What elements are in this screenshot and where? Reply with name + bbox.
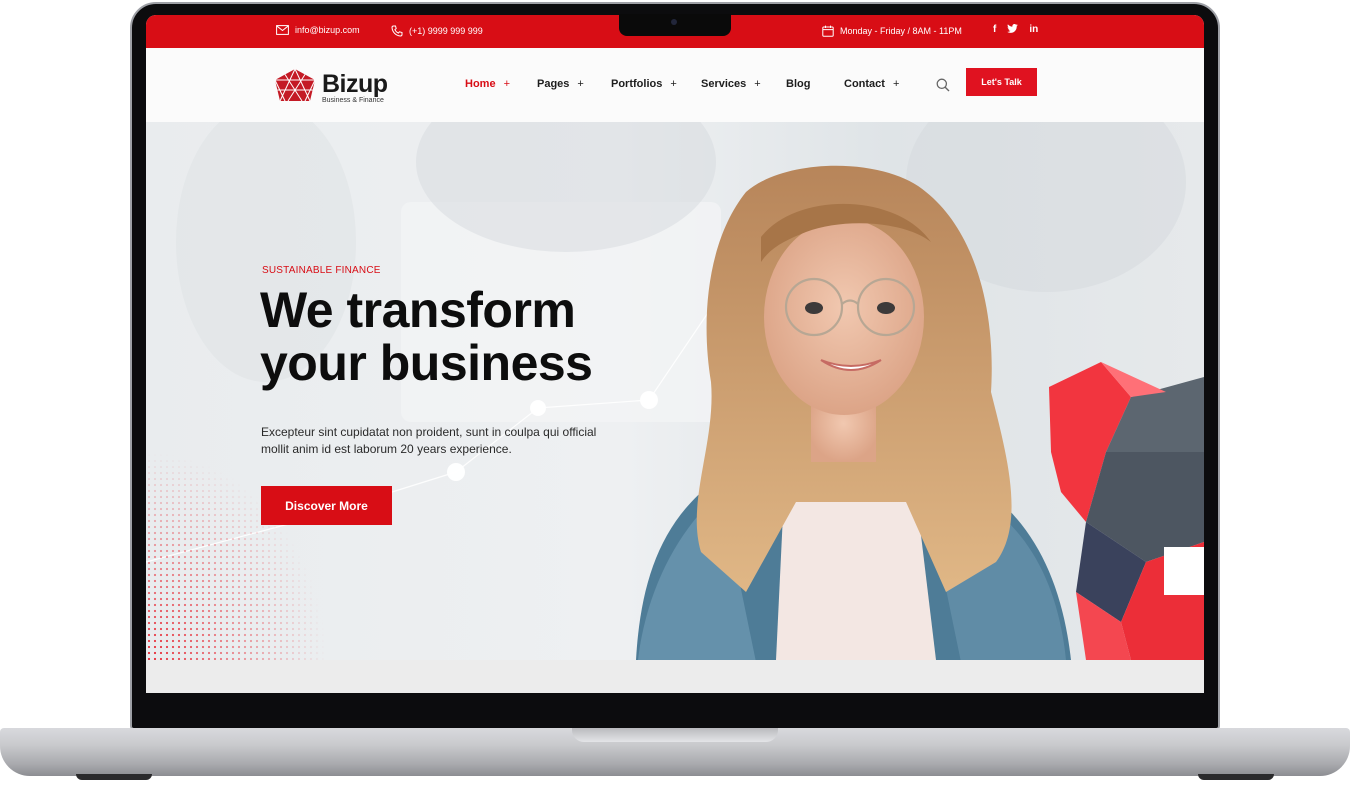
envelope-icon — [276, 25, 289, 35]
plus-icon: + — [754, 78, 761, 90]
social-links: f in — [993, 24, 1038, 35]
website-screen: info@bizup.com (+1) 9999 999 999 Monday … — [146, 15, 1204, 693]
discover-more-button[interactable]: Discover More — [261, 486, 392, 525]
brand-tagline: Business & Finance — [322, 96, 384, 104]
facebook-icon[interactable]: f — [993, 24, 996, 35]
camera-icon — [671, 19, 677, 25]
plus-icon: + — [892, 78, 900, 90]
nav-item-label: Portfolios — [611, 78, 663, 90]
nav-item-label: Blog — [786, 78, 811, 90]
trackpad-notch — [572, 728, 778, 742]
calendar-icon — [822, 25, 834, 37]
phone-contact[interactable]: (+1) 9999 999 999 — [391, 25, 483, 37]
laptop-base — [0, 728, 1350, 776]
nav-item-label: Services — [701, 78, 747, 90]
twitter-icon[interactable] — [1007, 24, 1019, 35]
hours-text: Monday - Friday / 8AM - 11PM — [840, 26, 962, 36]
headline-line-1: We transform — [260, 282, 576, 338]
laptop-foot-right — [1198, 774, 1274, 780]
laptop-foot-left — [76, 774, 152, 780]
search-icon[interactable] — [936, 78, 950, 97]
main-navbar: Bizup Business & Finance Home + Pages + Po… — [146, 48, 1204, 122]
nav-item-contact[interactable]: Contact + — [844, 78, 899, 90]
hero-background-graphic — [146, 122, 1204, 660]
nav-item-pages[interactable]: Pages + — [537, 78, 584, 90]
plus-icon: + — [503, 78, 510, 90]
plus-icon: + — [577, 78, 584, 90]
brand-name: Bizup — [322, 69, 388, 98]
camera-notch — [619, 14, 731, 36]
opening-hours: Monday - Friday / 8AM - 11PM — [822, 25, 962, 37]
nav-item-portfolios[interactable]: Portfolios + — [611, 78, 677, 90]
phone-icon — [391, 25, 403, 37]
nav-item-label: Contact — [844, 78, 885, 90]
nav-item-services[interactable]: Services + — [701, 78, 761, 90]
nav-item-label: Pages — [537, 78, 570, 90]
nav-item-blog[interactable]: Blog — [786, 78, 810, 90]
email-contact[interactable]: info@bizup.com — [276, 25, 360, 35]
nav-item-label: Home — [465, 78, 496, 90]
hero-eyebrow: SUSTAINABLE FINANCE — [262, 265, 381, 276]
lets-talk-button[interactable]: Let's Talk — [966, 68, 1037, 96]
brand-text: Bizup Business & Finance — [322, 69, 388, 104]
hero-bottom-strip — [146, 660, 1204, 693]
hero-section: SUSTAINABLE FINANCE We transform your bu… — [146, 122, 1204, 660]
phone-text: (+1) 9999 999 999 — [409, 26, 483, 36]
linkedin-icon[interactable]: in — [1029, 24, 1038, 35]
email-text: info@bizup.com — [295, 25, 360, 35]
brand-logo[interactable]: Bizup Business & Finance — [274, 68, 388, 107]
bizup-logo-icon — [274, 68, 316, 107]
hero-headline: We transform your business — [260, 284, 690, 390]
nav-item-home[interactable]: Home + — [465, 78, 510, 90]
plus-icon: + — [670, 78, 677, 90]
headline-line-2: your business — [260, 335, 593, 391]
hero-paragraph: Excepteur sint cupidatat non proident, s… — [261, 425, 597, 456]
